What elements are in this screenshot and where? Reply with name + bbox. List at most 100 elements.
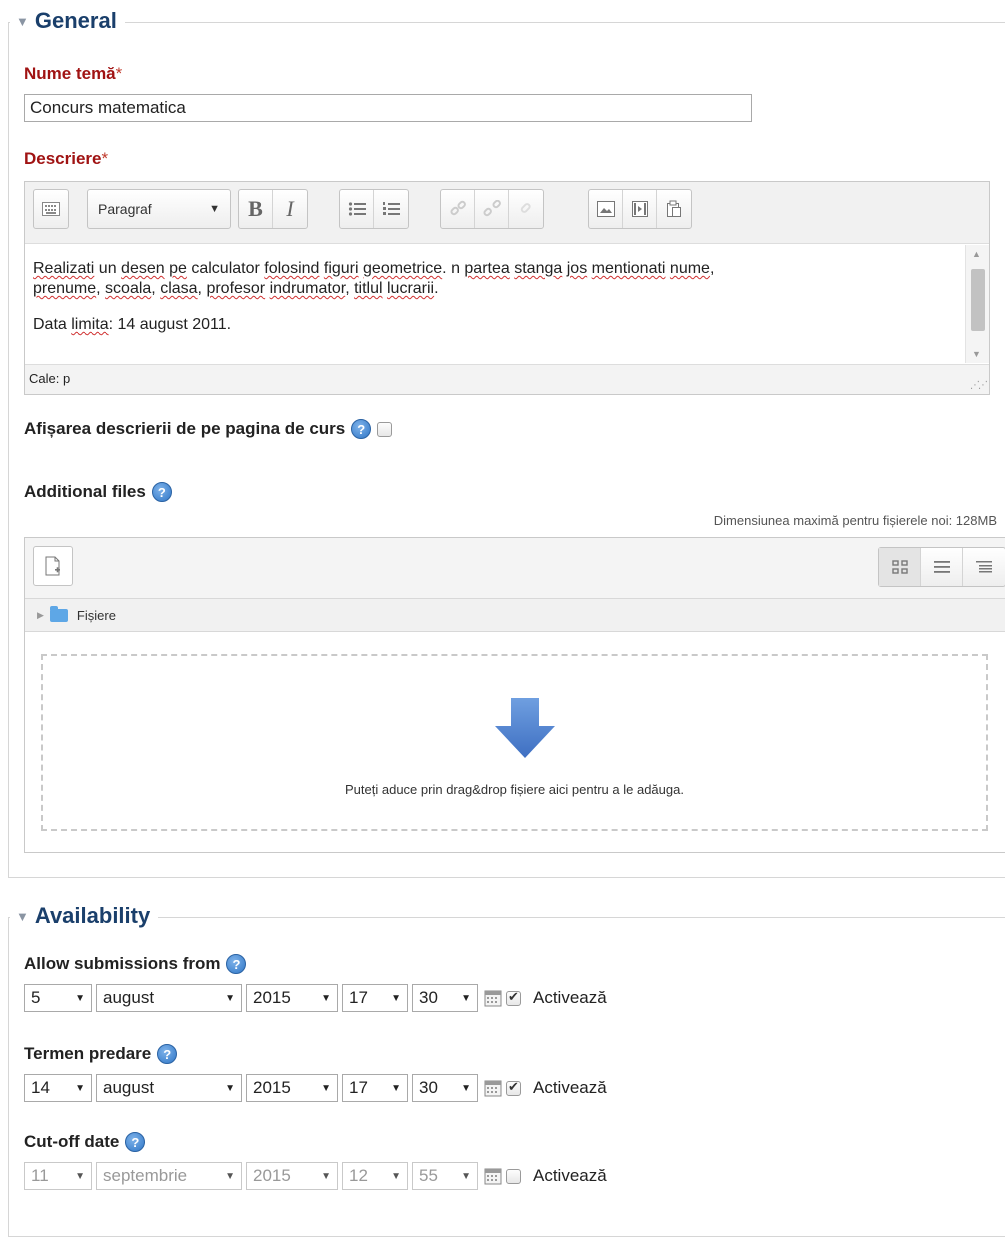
month-select-value: august <box>103 1078 155 1097</box>
help-icon[interactable]: ? <box>157 1044 178 1064</box>
day-select[interactable]: 5 ▼ <box>24 984 92 1012</box>
calendar-icon[interactable] <box>484 1167 502 1185</box>
editor-scrollbar[interactable]: ▲ ▼ <box>965 245 989 363</box>
misspelled-word: limita <box>71 316 109 333</box>
format-select[interactable]: Paragraf ▼ <box>87 189 231 229</box>
collapse-triangle-icon: ▼ <box>16 908 29 924</box>
month-select[interactable]: august ▼ <box>96 984 242 1012</box>
bullet-list-icon[interactable] <box>340 190 374 228</box>
toolbar-group-style: B I <box>238 189 308 229</box>
month-select[interactable]: august ▼ <box>96 1074 242 1102</box>
dropdown-caret-icon: ▼ <box>225 992 235 1004</box>
file-drop-zone[interactable]: Puteți aduce prin drag&drop fișiere aici… <box>41 654 988 831</box>
availability-legend[interactable]: ▼ Availability <box>10 903 159 929</box>
misspelled-word: lucrarii <box>386 280 435 297</box>
assignment-name-input[interactable] <box>24 94 752 122</box>
scroll-up-icon[interactable]: ▲ <box>972 249 981 259</box>
enable-checkbox[interactable] <box>506 989 521 1006</box>
day-select[interactable]: 14 ▼ <box>24 1074 92 1102</box>
help-icon[interactable]: ? <box>151 482 172 502</box>
dropdown-caret-icon: ▼ <box>461 1170 471 1182</box>
list-view-icon[interactable] <box>921 548 963 586</box>
help-icon[interactable]: ? <box>125 1132 146 1152</box>
scroll-thumb[interactable] <box>971 269 985 331</box>
hour-select-value: 17 <box>349 1078 368 1097</box>
hour-select-value: 17 <box>349 988 368 1007</box>
folder-breadcrumb[interactable]: ▶ Fișiere <box>25 599 1005 632</box>
scroll-down-icon[interactable]: ▼ <box>972 349 981 359</box>
show-description-checkbox[interactable] <box>377 421 393 437</box>
unlink-icon[interactable] <box>475 190 509 228</box>
italic-icon[interactable]: I <box>273 190 307 228</box>
enable-label: Activează <box>533 988 607 1007</box>
dropdown-caret-icon: ▼ <box>321 1082 331 1094</box>
minute-select[interactable]: 55 ▼ <box>412 1162 478 1190</box>
year-select[interactable]: 2015 ▼ <box>246 984 338 1012</box>
toolbar-group-links <box>440 189 544 229</box>
date-field-label-text: Termen predare <box>24 1044 152 1063</box>
calendar-icon[interactable] <box>484 1079 502 1097</box>
misspelled-word: indrumator <box>269 280 346 297</box>
misspelled-word: prenume <box>33 280 97 297</box>
description-paragraph-1: Realizati un desen pe calculator folosin… <box>33 259 949 299</box>
folder-icon <box>49 605 68 622</box>
general-legend[interactable]: ▼ General <box>10 8 125 34</box>
dropdown-caret-icon: ▼ <box>391 1082 401 1094</box>
minute-select-value: 30 <box>419 1078 438 1097</box>
hour-select[interactable]: 12 ▼ <box>342 1162 408 1190</box>
date-field-label: Termen predare? <box>24 1044 178 1064</box>
text-run: , <box>709 260 715 277</box>
text-run: calculator <box>186 260 265 277</box>
availability-legend-text: Availability <box>34 903 151 928</box>
year-select-value: 2015 <box>253 988 291 1007</box>
date-field-label: Cut-off date? <box>24 1132 146 1152</box>
resize-grip-icon[interactable]: ⋰⋰ <box>970 380 988 391</box>
year-select-value: 2015 <box>253 1166 291 1185</box>
misspelled-word: pe <box>169 260 187 277</box>
add-file-icon[interactable] <box>33 546 73 586</box>
file-manager-toolbar <box>25 538 1005 599</box>
month-select[interactable]: septembrie ▼ <box>96 1162 242 1190</box>
grid-view-icon[interactable] <box>879 548 921 586</box>
help-icon[interactable]: ? <box>226 954 247 974</box>
required-mark: * <box>101 149 109 168</box>
keyboard-toggle-icon[interactable] <box>34 190 68 228</box>
description-text-area[interactable]: Realizati un desen pe calculator folosin… <box>25 245 989 363</box>
dropdown-caret-icon: ▼ <box>321 1170 331 1182</box>
misspelled-word: scoala <box>105 280 152 297</box>
hour-select[interactable]: 17 ▼ <box>342 984 408 1012</box>
misspelled-word: mentionati <box>591 260 666 277</box>
link-icon[interactable] <box>441 190 475 228</box>
year-select[interactable]: 2015 ▼ <box>246 1074 338 1102</box>
misspelled-word: geometrice <box>363 260 443 277</box>
year-select-value: 2015 <box>253 1078 291 1097</box>
dropdown-caret-icon: ▼ <box>391 992 401 1004</box>
day-select[interactable]: 11 ▼ <box>24 1162 92 1190</box>
italic-glyph: I <box>286 196 294 221</box>
year-select[interactable]: 2015 ▼ <box>246 1162 338 1190</box>
enable-checkbox[interactable] <box>506 1168 521 1184</box>
numbered-list-icon[interactable] <box>374 190 408 228</box>
anchor-icon[interactable] <box>509 190 543 228</box>
view-mode-group <box>878 547 1005 587</box>
bold-glyph: B <box>248 196 263 221</box>
hour-select[interactable]: 17 ▼ <box>342 1074 408 1102</box>
minute-select[interactable]: 30 ▼ <box>412 1074 478 1102</box>
bold-icon[interactable]: B <box>239 190 273 228</box>
tree-view-icon[interactable] <box>963 548 1005 586</box>
expand-arrow-icon[interactable]: ▶ <box>37 610 44 621</box>
minute-select-value: 55 <box>419 1166 438 1185</box>
dropdown-caret-icon: ▼ <box>225 1082 235 1094</box>
image-icon[interactable] <box>589 190 623 228</box>
help-icon[interactable]: ? <box>351 419 372 439</box>
misspelled-word: desen <box>121 260 165 277</box>
enable-checkbox[interactable] <box>506 1079 521 1096</box>
misspelled-word: clasa <box>160 280 198 297</box>
paste-icon[interactable] <box>657 190 691 228</box>
minute-select[interactable]: 30 ▼ <box>412 984 478 1012</box>
calendar-icon[interactable] <box>484 989 502 1007</box>
misspelled-word: partea <box>464 260 510 277</box>
dropdown-caret-icon: ▼ <box>391 1170 401 1182</box>
description-label: Descriere* <box>24 149 108 169</box>
media-icon[interactable] <box>623 190 657 228</box>
